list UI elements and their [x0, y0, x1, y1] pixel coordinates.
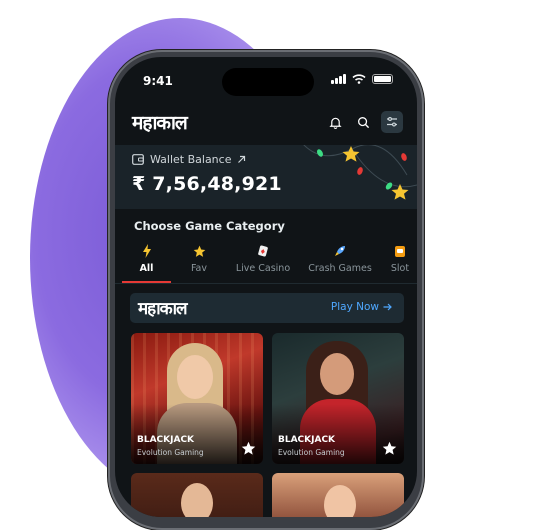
favorite-star-icon[interactable] — [241, 441, 256, 456]
cards-icon — [258, 245, 268, 257]
phone-screen: 9:41 महाकाल Wallet Balance ₹ 7,56,48,921… — [115, 57, 417, 517]
category-tabs: All Fav Live Casino Crash Games Slot — [115, 243, 417, 287]
status-icons — [331, 74, 393, 84]
arrow-up-right-icon[interactable] — [237, 155, 246, 164]
play-now-label: Play Now — [330, 301, 379, 313]
filter-settings-icon[interactable] — [381, 111, 403, 133]
game-card[interactable] — [131, 473, 263, 517]
arrow-right-icon — [383, 303, 392, 311]
tab-live-casino[interactable]: Live Casino — [233, 243, 293, 274]
battery-icon — [372, 74, 393, 84]
wifi-icon — [352, 74, 366, 84]
wallet-balance-amount: ₹ 7,56,48,921 — [132, 173, 282, 195]
play-now-button[interactable]: Play Now — [331, 301, 392, 313]
star-icon — [193, 245, 205, 257]
bell-icon[interactable] — [325, 112, 345, 132]
game-card[interactable] — [272, 473, 404, 517]
tab-slot-label: Slot — [390, 263, 410, 274]
tab-live-casino-label: Live Casino — [235, 263, 291, 274]
favorite-star-icon[interactable] — [382, 441, 397, 456]
search-icon[interactable] — [353, 112, 373, 132]
game-name: BLACKJACK — [137, 435, 195, 445]
tab-crash-games-label: Crash Games — [308, 263, 372, 274]
signal-icon — [331, 74, 346, 84]
wallet-icon — [132, 154, 144, 165]
slot-icon — [395, 246, 405, 257]
rocket-icon — [335, 246, 345, 256]
tab-crash-games[interactable]: Crash Games — [307, 243, 373, 274]
dealer-face — [324, 485, 356, 517]
dynamic-island — [222, 68, 314, 96]
app-header: महाकाल — [115, 105, 417, 143]
festive-lights-decoration — [303, 145, 417, 200]
wallet-label-row: Wallet Balance — [132, 153, 246, 166]
dealer-face — [177, 355, 213, 399]
dealer-face — [181, 483, 213, 517]
status-time: 9:41 — [143, 74, 173, 88]
dealer-face — [320, 353, 354, 395]
category-title: Choose Game Category — [134, 219, 285, 233]
tab-fav[interactable]: Fav — [177, 243, 221, 274]
game-provider: Evolution Gaming — [278, 448, 345, 457]
tab-all[interactable]: All — [122, 243, 171, 274]
game-card[interactable]: BLACKJACK Evolution Gaming — [272, 333, 404, 464]
lightning-icon — [142, 244, 151, 258]
tab-fav-label: Fav — [190, 263, 208, 274]
game-provider: Evolution Gaming — [137, 448, 204, 457]
wallet-balance-label: Wallet Balance — [150, 153, 232, 166]
promo-banner[interactable]: महाकाल Play Now — [130, 293, 404, 323]
promo-logo: महाकाल — [138, 299, 188, 319]
tab-all-label: All — [139, 263, 154, 274]
tab-slot[interactable]: Slot — [385, 243, 415, 274]
game-name: BLACKJACK — [278, 435, 336, 445]
game-card[interactable]: BLACKJACK Evolution Gaming — [131, 333, 263, 464]
tabs-divider — [115, 283, 417, 284]
brand-logo[interactable]: महाकाल — [132, 109, 188, 135]
wallet-card[interactable]: Wallet Balance ₹ 7,56,48,921 — [115, 145, 417, 209]
